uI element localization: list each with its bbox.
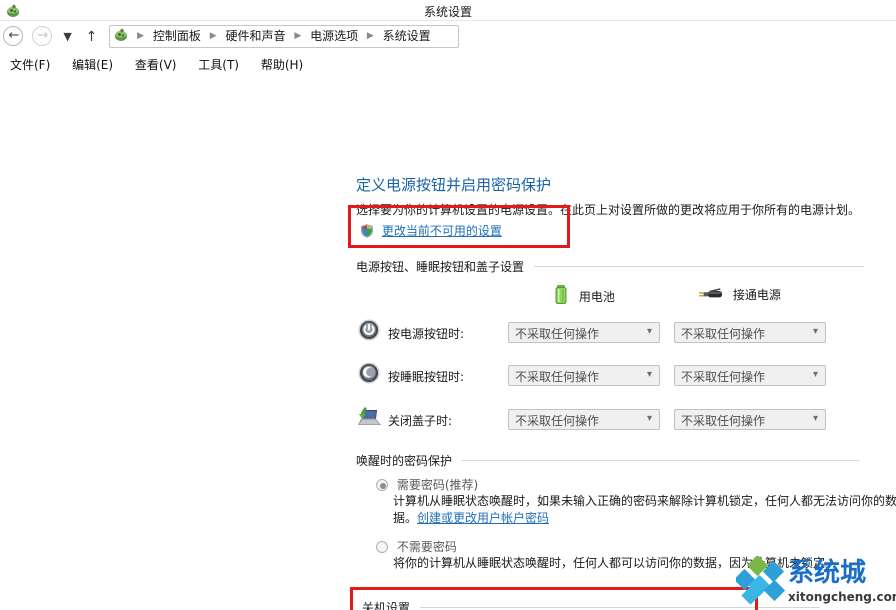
laptop-lid-icon (356, 406, 378, 428)
radio-button-indicator (376, 479, 388, 491)
chevron-down-icon: ▾ (647, 413, 652, 424)
row-label-sleep-button: 按睡眠按钮时: (388, 368, 464, 385)
breadcrumb-separator: ▶ (135, 26, 146, 47)
menu-item-file[interactable]: 文件(F) (10, 54, 58, 75)
menu-bar: 文件(F) 编辑(E) 查看(V) 工具(T) 帮助(H) (0, 52, 896, 74)
page-title: 定义电源按钮并启用密码保护 (356, 174, 551, 195)
breadcrumb-item-power-options[interactable]: 电源选项 (307, 26, 361, 47)
dropdown-sleep-button-battery[interactable]: 不采取任何操作 ▾ (508, 365, 660, 386)
address-bar[interactable]: ▶ 控制面板 ▶ 硬件和声音 ▶ 电源选项 ▶ 系统设置 (109, 25, 459, 48)
section-divider (534, 266, 864, 267)
column-header-battery: 用电池 (553, 284, 615, 309)
menu-item-tools[interactable]: 工具(T) (198, 54, 247, 75)
chevron-down-icon: ▾ (813, 413, 818, 424)
battery-icon (553, 284, 569, 309)
radio-require-password[interactable]: 需要密码(推荐) (376, 476, 478, 493)
dropdown-sleep-button-battery-value: 不采取任何操作 (515, 368, 599, 385)
watermark: 系统城 xitongcheng.com (736, 556, 892, 608)
watermark-url: xitongcheng.com (788, 590, 896, 604)
dropdown-close-lid-battery-value: 不采取任何操作 (515, 412, 599, 429)
power-button-icon (358, 319, 380, 341)
section-divider (462, 460, 860, 461)
change-unavailable-settings-link[interactable]: 更改当前不可用的设置 (382, 224, 502, 238)
dropdown-power-button-plugged-value: 不采取任何操作 (681, 325, 765, 342)
dropdown-sleep-button-plugged-value: 不采取任何操作 (681, 368, 765, 385)
dropdown-power-button-battery[interactable]: 不采取任何操作 ▾ (508, 322, 660, 343)
power-buttons-section-heading: 电源按钮、睡眠按钮和盖子设置 (356, 258, 864, 275)
dropdown-close-lid-plugged[interactable]: 不采取任何操作 ▾ (674, 409, 826, 430)
breadcrumb-item-control-panel[interactable]: 控制面板 (150, 26, 204, 47)
back-arrow-icon[interactable]: ← (3, 26, 25, 48)
column-header-plugged-in: 接通电源 (697, 284, 781, 307)
menu-item-view[interactable]: 查看(V) (135, 54, 185, 75)
dropdown-close-lid-battery[interactable]: 不采取任何操作 ▾ (508, 409, 660, 430)
radio-button-indicator (376, 541, 388, 553)
content-pane: 定义电源按钮并启用密码保护 选择要为你的计算机设置的电源设置。在此页上对设置所做… (0, 74, 896, 610)
shutdown-section-title: 关机设置 (362, 601, 410, 610)
window-titlebar: 系统设置 (0, 0, 896, 21)
breadcrumb-separator: ▶ (365, 26, 376, 47)
dropdown-sleep-button-plugged[interactable]: 不采取任何操作 ▾ (674, 365, 826, 386)
sleep-moon-icon (358, 362, 380, 384)
chevron-down-icon: ▾ (647, 326, 652, 337)
radio-no-password[interactable]: 不需要密码 (376, 538, 457, 555)
create-change-account-password-link[interactable]: 创建或更改用户帐户密码 (417, 511, 549, 525)
change-unavailable-settings-row[interactable]: 更改当前不可用的设置 (360, 222, 502, 239)
chevron-down-icon: ▾ (647, 369, 652, 380)
chevron-down-icon: ▾ (813, 326, 818, 337)
menu-item-help[interactable]: 帮助(H) (261, 54, 311, 75)
breadcrumb-item-system-settings[interactable]: 系统设置 (380, 26, 434, 47)
breadcrumb-separator: ▶ (292, 26, 303, 47)
dropdown-power-button-plugged[interactable]: 不采取任何操作 ▾ (674, 322, 826, 343)
uac-shield-icon (360, 224, 374, 238)
chevron-down-icon[interactable]: ▼ (58, 26, 78, 48)
require-password-desc-prefix: 据。 (393, 511, 417, 525)
dropdown-power-button-battery-value: 不采取任何操作 (515, 325, 599, 342)
forward-arrow-icon: → (32, 26, 54, 48)
watermark-brand-text: 系统城 (788, 558, 866, 588)
address-power-options-icon (113, 27, 129, 43)
chevron-down-icon: ▾ (813, 369, 818, 380)
window-title: 系统设置 (0, 3, 896, 20)
power-plug-icon (697, 284, 723, 307)
row-label-power-button: 按电源按钮时: (388, 325, 464, 342)
radio-require-password-label: 需要密码(推荐) (397, 478, 478, 492)
radio-no-password-label: 不需要密码 (397, 540, 457, 554)
require-password-desc-line1: 计算机从睡眠状态唤醒时，如果未输入正确的密码来解除计算机锁定，任何人都无法访问你… (393, 493, 896, 510)
power-buttons-section-title: 电源按钮、睡眠按钮和盖子设置 (356, 260, 524, 274)
breadcrumb-separator: ▶ (208, 26, 219, 47)
password-section-heading: 唤醒时的密码保护 (356, 452, 860, 469)
require-password-desc-line2: 据。创建或更改用户帐户密码 (393, 510, 549, 527)
row-label-close-lid: 关闭盖子时: (388, 412, 452, 429)
password-section-title: 唤醒时的密码保护 (356, 454, 452, 468)
watermark-brand: 系统城 (788, 558, 866, 588)
dropdown-close-lid-plugged-value: 不采取任何操作 (681, 412, 765, 429)
column-header-battery-label: 用电池 (579, 290, 615, 304)
up-arrow-icon[interactable]: ↑ (81, 26, 101, 48)
page-intro-text: 选择要为你的计算机设置的电源设置。在此页上对设置所做的更改将应用于你所有的电源计… (356, 201, 860, 218)
breadcrumb-item-hardware-sound[interactable]: 硬件和声音 (222, 26, 288, 47)
column-header-plugged-label: 接通电源 (733, 288, 781, 302)
navigation-toolbar: ← → ▼ ↑ ▶ 控制面板 ▶ 硬件和声音 ▶ 电源选项 ▶ 系统设置 (0, 21, 896, 52)
menu-item-edit[interactable]: 编辑(E) (72, 54, 121, 75)
